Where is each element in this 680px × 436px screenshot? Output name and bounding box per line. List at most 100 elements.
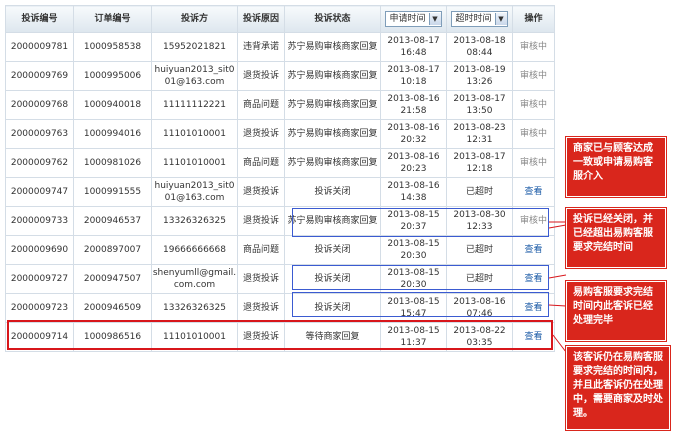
complainant-cell: 11111112221 — [151, 90, 238, 120]
apply-time-cell: 2013-08-16 21:58 — [380, 90, 447, 120]
header-complaint-no: 投诉编号 — [5, 5, 74, 33]
table-row: 2000009769 1000995006 huiyuan2013_sit001@1… — [5, 61, 555, 91]
header-reason: 投诉原因 — [237, 5, 285, 33]
header-apply-time: 申请时间 ▼ — [380, 5, 447, 33]
timeout-time-cell: 已超时 — [446, 177, 513, 207]
apply-time-cell: 2013-08-17 16:48 — [380, 32, 447, 62]
apply-time-cell: 2013-08-15 20:37 — [380, 206, 447, 236]
header-complainant: 投诉方 — [151, 5, 238, 33]
complaint-no-cell: 2000009781 — [5, 32, 74, 62]
table-row: 2000009714 1000986516 11101010001 退货投诉 等待商家回… — [5, 322, 555, 352]
complaint-no-cell: 2000009723 — [5, 293, 74, 323]
apply-time-cell-date: 2013-08-17 — [387, 36, 440, 46]
timeout-time-cell-date: 2013-08-30 — [453, 210, 506, 220]
table-row: 2000009690 2000897007 19666666668 商品问题 投诉关闭 2… — [5, 235, 555, 265]
timeout-time-cell-date: 已超时 — [465, 245, 493, 255]
timeout-time-cell: 2013-08-23 12:31 — [446, 119, 513, 149]
view-link[interactable]: 查看 — [512, 322, 555, 352]
complaint-no-cell: 2000009768 — [5, 90, 74, 120]
timeout-time-cell: 2013-08-19 13:26 — [446, 61, 513, 91]
view-link[interactable]: 查看 — [512, 177, 555, 207]
timeout-time-cell: 2013-08-17 12:18 — [446, 148, 513, 178]
apply-time-cell: 2013-08-16 20:23 — [380, 148, 447, 178]
table-header: 投诉编号 订单编号 投诉方 投诉原因 投诉状态 申请时间 ▼ 超时时间 ▼ 操作 — [5, 5, 555, 33]
apply-time-cell-clock: 21:58 — [400, 106, 427, 116]
order-no-cell: 1000940018 — [73, 90, 152, 120]
timeout-time-cell-date: 2013-08-18 — [453, 36, 506, 46]
reason-cell: 商品问题 — [237, 90, 285, 120]
timeout-time-cell-clock: 12:33 — [466, 222, 493, 232]
timeout-time-cell-clock: 12:18 — [466, 164, 493, 174]
complaint-no-cell: 2000009727 — [5, 264, 74, 294]
apply-time-cell: 2013-08-16 14:38 — [380, 177, 447, 207]
order-no-cell: 2000947507 — [73, 264, 152, 294]
apply-time-cell-date: 2013-08-16 — [387, 181, 440, 191]
view-link[interactable]: 查看 — [512, 235, 555, 265]
timeout-time-cell: 已超时 — [446, 235, 513, 265]
timeout-time-cell: 2013-08-16 07:46 — [446, 293, 513, 323]
apply-time-cell-clock: 20:32 — [400, 135, 427, 145]
reason-cell: 违背承诺 — [237, 32, 285, 62]
chevron-down-icon: ▼ — [428, 13, 441, 25]
timeout-time-cell: 2013-08-30 12:33 — [446, 206, 513, 236]
table-row: 2000009723 2000946509 13326326325 退货投诉 投诉关闭 2… — [5, 293, 555, 323]
reason-cell: 退货投诉 — [237, 177, 285, 207]
order-no-cell: 1000958538 — [73, 32, 152, 62]
order-no-cell: 1000994016 — [73, 119, 152, 149]
callout-closed-overdue: 投诉已经关闭，并已经超出易购客服要求完结时间 — [566, 208, 666, 268]
action-status: 审核中 — [512, 206, 555, 236]
apply-time-cell-clock: 20:30 — [400, 280, 427, 290]
apply-time-cell-clock: 20:37 — [400, 222, 427, 232]
timeout-time-cell-clock: 13:50 — [466, 106, 493, 116]
reason-cell: 退货投诉 — [237, 61, 285, 91]
order-no-cell: 1000981026 — [73, 148, 152, 178]
complaint-no-cell: 2000009733 — [5, 206, 74, 236]
apply-time-cell-date: 2013-08-17 — [387, 65, 440, 75]
apply-time-cell: 2013-08-15 20:30 — [380, 264, 447, 294]
complainant-cell: 13326326325 — [151, 293, 238, 323]
status-cell: 投诉关闭 — [284, 177, 381, 207]
complaint-no-cell: 2000009763 — [5, 119, 74, 149]
reason-cell: 商品问题 — [237, 235, 285, 265]
apply-time-select[interactable]: 申请时间 ▼ — [385, 11, 442, 27]
timeout-time-cell-clock: 13:26 — [466, 77, 493, 87]
status-cell: 苏宁易购审核商家回复 — [284, 148, 381, 178]
header-timeout-time: 超时时间 ▼ — [446, 5, 513, 33]
apply-time-cell-clock: 10:18 — [400, 77, 427, 87]
table-row: 2000009762 1000981026 11101010001 商品问题 苏宁易购审… — [5, 148, 555, 178]
chevron-down-icon: ▼ — [494, 13, 507, 25]
timeout-time-cell-date: 2013-08-22 — [453, 326, 506, 336]
complaint-no-cell: 2000009769 — [5, 61, 74, 91]
view-link[interactable]: 查看 — [512, 293, 555, 323]
header-action: 操作 — [512, 5, 555, 33]
callout-still-processing: 该客诉仍在易购客服要求完结的时间内，并且此客诉仍在处理中，需要商家及时处理。 — [566, 346, 670, 430]
action-status: 审核中 — [512, 61, 555, 91]
apply-time-cell-clock: 16:48 — [400, 48, 427, 58]
timeout-time-cell-clock: 12:31 — [466, 135, 493, 145]
table-row: 2000009763 1000994016 11101010001 退货投诉 苏宁易购审… — [5, 119, 555, 149]
order-no-cell: 2000946537 — [73, 206, 152, 236]
header-order-no: 订单编号 — [73, 5, 152, 33]
apply-time-cell-date: 2013-08-16 — [387, 94, 440, 104]
timeout-time-cell-clock: 08:44 — [466, 48, 493, 58]
apply-time-cell-date: 2013-08-16 — [387, 152, 440, 162]
apply-time-cell: 2013-08-15 15:47 — [380, 293, 447, 323]
order-no-cell: 2000946509 — [73, 293, 152, 323]
timeout-time-cell: 已超时 — [446, 264, 513, 294]
action-status: 审核中 — [512, 32, 555, 62]
status-cell: 苏宁易购审核商家回复 — [284, 61, 381, 91]
complainant-cell: 11101010001 — [151, 322, 238, 352]
table-row: 2000009768 1000940018 11111112221 商品问题 苏宁易购审… — [5, 90, 555, 120]
complainant-cell: huiyuan2013_sit001@163.com — [151, 61, 238, 91]
apply-time-cell-clock: 15:47 — [400, 309, 427, 319]
timeout-time-select[interactable]: 超时时间 ▼ — [451, 11, 508, 27]
view-link[interactable]: 查看 — [512, 264, 555, 294]
complainant-cell: 13326326325 — [151, 206, 238, 236]
order-no-cell: 1000995006 — [73, 61, 152, 91]
apply-time-cell-date: 2013-08-15 — [387, 326, 440, 336]
apply-time-cell-date: 2013-08-15 — [387, 268, 440, 278]
apply-time-cell: 2013-08-16 20:32 — [380, 119, 447, 149]
timeout-time-cell-date: 2013-08-17 — [453, 94, 506, 104]
reason-cell: 退货投诉 — [237, 293, 285, 323]
apply-time-cell-clock: 11:37 — [400, 338, 427, 348]
